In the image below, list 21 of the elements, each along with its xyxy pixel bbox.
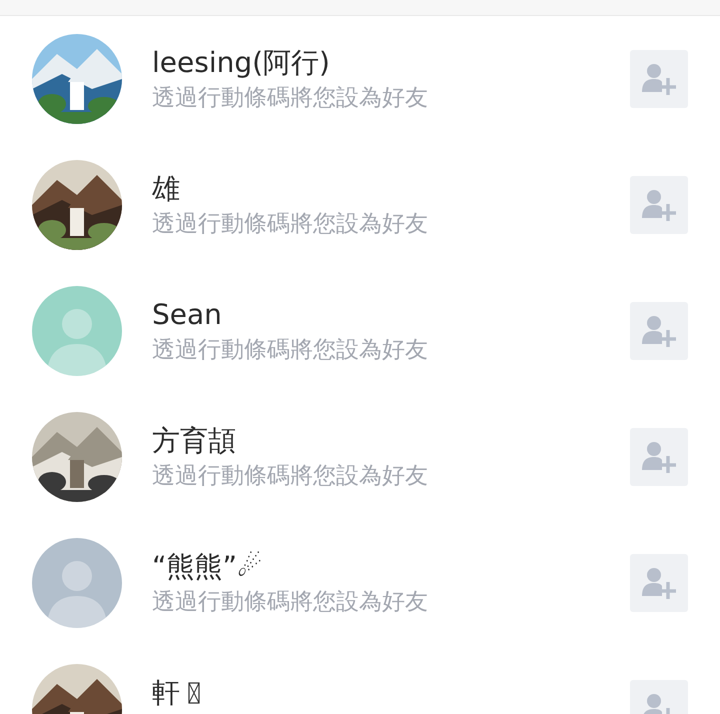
add-friend-icon xyxy=(641,440,677,474)
contact-name: leesing(阿行) xyxy=(152,45,330,81)
contact-subtitle: 透過行動條碼將您設為好友 xyxy=(152,84,429,113)
add-friend-button[interactable] xyxy=(630,176,688,234)
add-friend-icon xyxy=(641,62,677,96)
add-friend-button[interactable] xyxy=(630,554,688,612)
add-friend-icon xyxy=(641,188,677,222)
contact-subtitle: 透過行動條碼將您設為好友 xyxy=(152,210,429,239)
contact-name: 方育頡 xyxy=(152,423,236,459)
contact-subtitle: 透過行動條碼將您設為好友 xyxy=(152,336,429,365)
add-friend-button[interactable] xyxy=(630,50,688,108)
contact-name: 軒 xyxy=(152,675,180,711)
contact-subtitle: 透過行動條碼將您設為好友 xyxy=(152,588,429,617)
add-friend-button[interactable] xyxy=(630,428,688,486)
add-friend-button[interactable] xyxy=(630,302,688,360)
contact-name: Sean xyxy=(152,297,222,333)
add-friend-icon xyxy=(641,566,677,600)
contact-name: 雄 xyxy=(152,171,180,207)
add-friend-icon xyxy=(641,314,677,348)
contact-subtitle: 透過行動條碼將您設為好友 xyxy=(152,462,429,491)
contact-name: “熊熊”☄ xyxy=(152,549,262,585)
